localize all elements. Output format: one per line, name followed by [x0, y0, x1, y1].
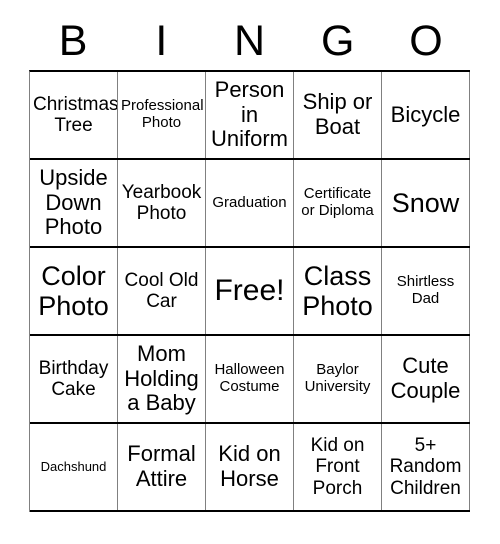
bingo-header-letter-i: I: [155, 16, 168, 65]
bingo-cell-label: Person in Uniform: [210, 77, 288, 152]
bingo-cell[interactable]: Yearbook Photo: [118, 160, 206, 246]
bingo-grid-row: Dachshund Formal Attire Kid on Horse Kid on…: [30, 424, 470, 512]
bingo-cell-label: Cute Couple: [390, 353, 461, 403]
bingo-grid-row: Upside Down Photo Yearbook Photo Graduatio…: [30, 160, 470, 248]
bingo-header-letter-b: B: [58, 16, 88, 65]
bingo-cell-label: 5+ Random Children: [389, 435, 462, 499]
bingo-cell-label: Mom Holding a Baby: [124, 341, 199, 416]
bingo-cell-label: Dachshund: [40, 458, 107, 474]
bingo-cell-label: Formal Attire: [127, 441, 196, 491]
bingo-cell-label: Upside Down Photo: [39, 165, 108, 240]
bingo-cell[interactable]: Halloween Costume: [206, 336, 294, 422]
bingo-cell-label: Ship or Boat: [302, 89, 373, 139]
bingo-header-row: BINGO: [29, 12, 470, 70]
bingo-cell[interactable]: Snow: [382, 160, 470, 246]
bingo-cell-label: Birthday Cake: [38, 357, 109, 400]
bingo-cell-label: Professional Photo: [121, 97, 204, 131]
bingo-cell[interactable]: Cute Couple: [382, 336, 470, 422]
bingo-cell[interactable]: Bicycle: [382, 72, 470, 158]
bingo-cell[interactable]: Person in Uniform: [206, 72, 294, 158]
bingo-cell[interactable]: Birthday Cake: [30, 336, 118, 422]
bingo-cell-label: Color Photo: [38, 260, 109, 321]
bingo-cell-label: Yearbook Photo: [121, 181, 202, 224]
bingo-cell[interactable]: Christmas Tree: [30, 72, 118, 158]
bingo-cell[interactable]: 5+ Random Children: [382, 424, 470, 510]
bingo-cell[interactable]: Professional Photo: [118, 72, 206, 158]
bingo-cell-label: Shirtless Dad: [396, 273, 455, 307]
bingo-grid-row: Christmas Tree Professional Photo Person i…: [30, 72, 470, 160]
bingo-cell[interactable]: Cool Old Car: [118, 248, 206, 334]
bingo-cell-label: Snow: [391, 187, 460, 218]
bingo-cell[interactable]: Upside Down Photo: [30, 160, 118, 246]
bingo-cell[interactable]: Formal Attire: [118, 424, 206, 510]
bingo-cell[interactable]: Shirtless Dad: [382, 248, 470, 334]
bingo-cell-label: Free!: [214, 274, 285, 308]
bingo-grid: Christmas Tree Professional Photo Person i…: [29, 70, 470, 512]
bingo-cell-label: Halloween Costume: [214, 361, 285, 395]
bingo-cell[interactable]: Certificate or Diploma: [294, 160, 382, 246]
bingo-cell[interactable]: Color Photo: [30, 248, 118, 334]
bingo-cell-label: Cool Old Car: [124, 269, 199, 312]
bingo-cell-label: Kid on Front Porch: [310, 435, 365, 499]
bingo-cell-label: Graduation: [212, 193, 287, 211]
bingo-cell[interactable]: Kid on Horse: [206, 424, 294, 510]
bingo-cell-label: Kid on Horse: [218, 441, 281, 491]
bingo-cell[interactable]: Class Photo: [294, 248, 382, 334]
bingo-cell-label: Class Photo: [302, 260, 373, 321]
bingo-cell[interactable]: Mom Holding a Baby: [118, 336, 206, 422]
bingo-header-letter-n: N: [233, 16, 266, 65]
bingo-cell[interactable]: Graduation: [206, 160, 294, 246]
bingo-cell[interactable]: Dachshund: [30, 424, 118, 510]
bingo-cell-label: Christmas Tree: [33, 93, 118, 136]
bingo-grid-row: Birthday Cake Mom Holding a Baby Halloween…: [30, 336, 470, 424]
bingo-grid-row: Color Photo Cool Old Car Free! Class Photo S…: [30, 248, 470, 336]
bingo-cell[interactable]: Baylor University: [294, 336, 382, 422]
bingo-cell[interactable]: Ship or Boat: [294, 72, 382, 158]
bingo-free-space[interactable]: Free!: [206, 248, 294, 334]
bingo-cell-label: Baylor University: [304, 361, 371, 395]
bingo-header-letter-o: O: [409, 16, 443, 65]
bingo-cell[interactable]: Kid on Front Porch: [294, 424, 382, 510]
bingo-header-letter-g: G: [320, 16, 355, 65]
bingo-cell-label: Bicycle: [390, 101, 461, 127]
bingo-cell-label: Certificate or Diploma: [301, 185, 374, 219]
bingo-card: B I N G O Christmas Tree Professional Photo Pe…: [29, 12, 470, 512]
